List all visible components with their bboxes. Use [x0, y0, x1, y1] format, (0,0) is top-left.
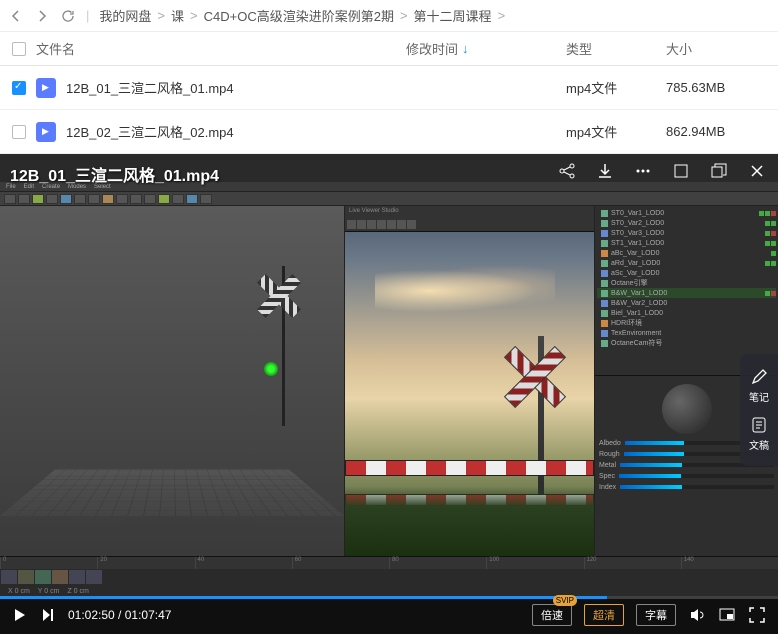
svip-badge: SVIP	[553, 595, 577, 606]
notes-button[interactable]: 笔记	[744, 362, 774, 410]
file-type: mp4文件	[566, 122, 666, 141]
volume-icon[interactable]	[688, 606, 706, 624]
column-date[interactable]: 修改时间 ↓	[406, 39, 566, 58]
next-button[interactable]	[40, 607, 56, 623]
file-type: mp4文件	[566, 78, 666, 97]
row-checkbox[interactable]	[12, 125, 26, 139]
breadcrumb-item[interactable]: 课	[171, 6, 184, 25]
file-name-text: 12B_02_三渲二风格_02.mp4	[66, 122, 234, 141]
file-size: 785.63MB	[666, 80, 766, 95]
side-float-panel: 笔记 文稿	[740, 354, 778, 466]
share-icon[interactable]	[556, 160, 578, 182]
breadcrumb-item[interactable]: C4D+OC高级渲染进阶案例第2期	[204, 6, 394, 25]
download-icon[interactable]	[594, 160, 616, 182]
nav-bar: | 我的网盘 > 课 > C4D+OC高级渲染进阶案例第2期 > 第十二周课程 …	[0, 0, 778, 32]
c4d-viewport	[0, 206, 345, 556]
file-name-text: 12B_01_三渲二风格_01.mp4	[66, 78, 234, 97]
c4d-toolbar	[0, 192, 778, 206]
column-name[interactable]: 文件名	[36, 39, 406, 58]
breadcrumb-item[interactable]: 我的网盘	[99, 6, 151, 25]
player-controls: 01:02:50 / 01:07:47 SVIP 倍速 超清 字幕	[0, 596, 778, 634]
video-content-frame[interactable]: File Edit Create Modes Select	[0, 182, 778, 596]
video-title: 12B_01_三渲二风格_01.mp4	[10, 162, 219, 186]
video-top-actions	[556, 160, 768, 182]
back-icon[interactable]	[8, 8, 24, 24]
play-button[interactable]	[12, 607, 28, 623]
sort-arrow-icon: ↓	[462, 41, 469, 56]
transcript-button[interactable]: 文稿	[744, 410, 774, 458]
close-icon[interactable]	[746, 160, 768, 182]
column-size[interactable]: 大小	[666, 39, 766, 58]
more-icon[interactable]	[632, 160, 654, 182]
speed-button[interactable]: SVIP 倍速	[532, 604, 572, 626]
column-type[interactable]: 类型	[566, 39, 666, 58]
fullscreen-icon[interactable]	[748, 606, 766, 624]
subtitle-button[interactable]: 字幕	[636, 604, 676, 626]
table-row[interactable]: 12B_01_三渲二风格_01.mp4 mp4文件 785.63MB	[0, 66, 778, 110]
video-file-icon	[36, 122, 56, 142]
table-header: 文件名 修改时间 ↓ 类型 大小	[0, 32, 778, 66]
c4d-render-view: Live Viewer Studio	[345, 206, 595, 556]
c4d-timeline: 0 20 40 60 80 100 120 140 X 0 cm Y 0 cm …	[0, 556, 778, 596]
forward-icon[interactable]	[34, 8, 50, 24]
time-display: 01:02:50 / 01:07:47	[68, 608, 171, 622]
quality-button[interactable]: 超清	[584, 604, 624, 626]
refresh-icon[interactable]	[60, 8, 76, 24]
window-2-icon[interactable]	[708, 160, 730, 182]
pip-icon[interactable]	[718, 606, 736, 624]
breadcrumb-item[interactable]: 第十二周课程	[414, 6, 492, 25]
file-size: 862.94MB	[666, 124, 766, 139]
row-checkbox[interactable]	[12, 81, 26, 95]
video-file-icon	[36, 78, 56, 98]
progress-bar[interactable]	[0, 596, 778, 599]
window-1-icon[interactable]	[670, 160, 692, 182]
breadcrumb: 我的网盘 > 课 > C4D+OC高级渲染进阶案例第2期 > 第十二周课程 >	[99, 6, 505, 25]
select-all-checkbox[interactable]	[12, 42, 26, 56]
video-player: 12B_01_三渲二风格_01.mp4 File Edit Create Mod…	[0, 154, 778, 634]
table-row[interactable]: 12B_02_三渲二风格_02.mp4 mp4文件 862.94MB	[0, 110, 778, 154]
object-manager: ST0_Var1_LOD0 ST0_Var2_LOD0 ST0_Var3_LOD…	[595, 206, 778, 376]
